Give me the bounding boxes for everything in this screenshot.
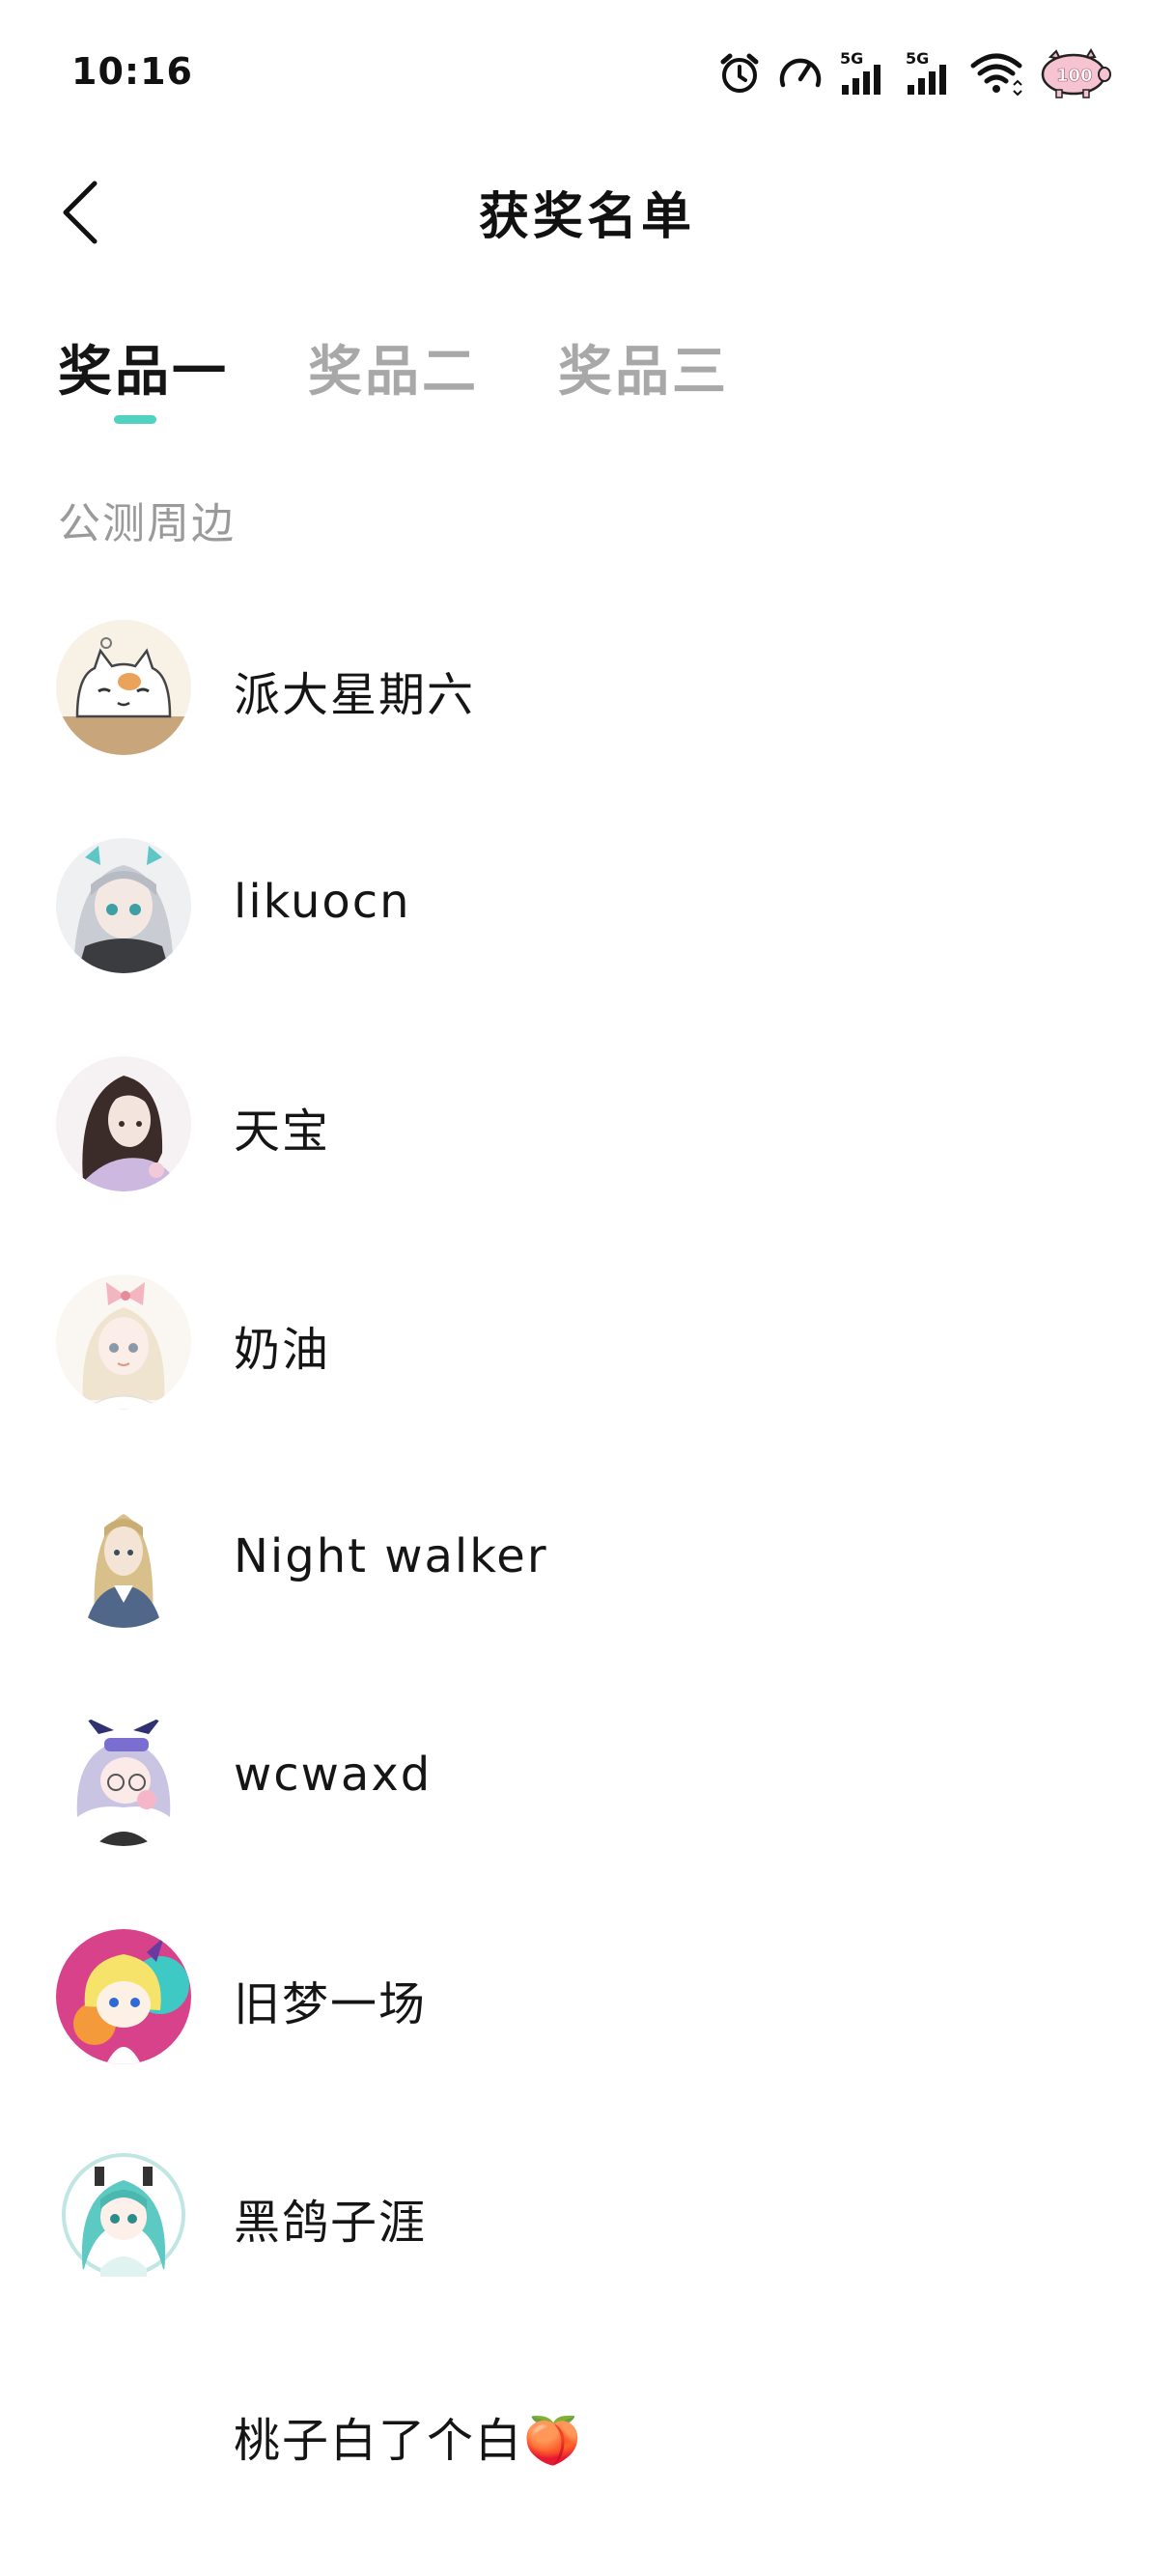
pink-circle-chibi-avatar-icon xyxy=(56,1929,191,2064)
avatar[interactable] xyxy=(56,1711,191,1846)
speed-gauge-icon xyxy=(776,48,825,98)
winner-name: Night walker xyxy=(234,1529,548,1583)
wifi-icon xyxy=(969,48,1023,98)
list-item[interactable]: 天宝 xyxy=(0,1049,1174,1267)
winner-name: 旧梦一场 xyxy=(234,1977,428,2031)
tab-label: 奖品三 xyxy=(558,341,729,404)
page-title: 获奖名单 xyxy=(478,188,695,246)
blonde-girl-avatar-icon xyxy=(56,1493,191,1628)
chibi-silver-girl-avatar-icon xyxy=(56,1711,191,1846)
teal-twintail-avatar-icon xyxy=(56,2147,191,2282)
signal-label: 5G xyxy=(840,49,863,68)
list-item[interactable]: 桃子白了个白🍑 xyxy=(0,2358,1174,2576)
avatar[interactable] xyxy=(56,620,191,755)
winner-name: 桃子白了个白🍑 xyxy=(234,2414,583,2468)
header-bar: 获奖名单 xyxy=(0,154,1174,270)
avatar[interactable] xyxy=(56,2147,191,2282)
tab-prize-2[interactable]: 奖品二 xyxy=(308,328,479,425)
pig-battery-icon: 100 xyxy=(1037,48,1112,98)
list-item[interactable]: Night walker xyxy=(0,1485,1174,1703)
avatar[interactable] xyxy=(56,1056,191,1191)
signal-5g-icon: 5G xyxy=(838,48,890,98)
avatar[interactable] xyxy=(56,1929,191,2064)
prize-tabs: 奖品一 奖品二 奖品三 xyxy=(58,328,729,444)
section-label: 公测周边 xyxy=(58,499,236,548)
status-time: 10:16 xyxy=(71,50,193,93)
list-item[interactable]: wcwaxd xyxy=(0,1703,1174,1921)
list-item[interactable]: 旧梦一场 xyxy=(0,1921,1174,2140)
battery-level: 100 xyxy=(1056,66,1093,86)
avatar[interactable] xyxy=(56,1493,191,1628)
list-item[interactable]: 奶油 xyxy=(0,1267,1174,1485)
tab-label: 奖品一 xyxy=(58,341,229,404)
tab-prize-1[interactable]: 奖品一 xyxy=(58,328,229,425)
white-cat-avatar-icon xyxy=(56,620,191,755)
silver-hair-girl-avatar-icon xyxy=(56,838,191,973)
winner-name: 奶油 xyxy=(234,1323,331,1377)
avatar[interactable] xyxy=(56,1274,191,1410)
bow-girl-avatar-icon xyxy=(56,1274,191,1410)
status-bar: 10:16 5G 5G 100 xyxy=(0,0,1174,135)
winner-name: likuocn xyxy=(234,875,411,929)
winner-name: 天宝 xyxy=(234,1105,331,1159)
status-icons: 5G 5G 100 xyxy=(716,46,1112,100)
avatar[interactable] xyxy=(56,838,191,973)
dark-hair-girl-avatar-icon xyxy=(56,1056,191,1191)
active-tab-indicator xyxy=(114,415,156,424)
list-item[interactable]: 派大星期六 xyxy=(0,612,1174,830)
winner-name: 派大星期六 xyxy=(234,668,476,722)
signal-5g-icon: 5G xyxy=(904,48,956,98)
winner-list: 派大星期六 likuocn 天宝 奶油 Night walker wcwaxd … xyxy=(0,612,1174,2576)
list-item[interactable]: likuocn xyxy=(0,830,1174,1049)
tab-prize-3[interactable]: 奖品三 xyxy=(558,328,729,425)
winner-name: 黑鸽子涯 xyxy=(234,2196,428,2250)
winner-name: wcwaxd xyxy=(234,1748,433,1802)
tab-label: 奖品二 xyxy=(308,341,479,404)
list-item[interactable]: 黑鸽子涯 xyxy=(0,2140,1174,2358)
alarm-icon xyxy=(716,48,763,98)
signal-label: 5G xyxy=(906,49,929,68)
